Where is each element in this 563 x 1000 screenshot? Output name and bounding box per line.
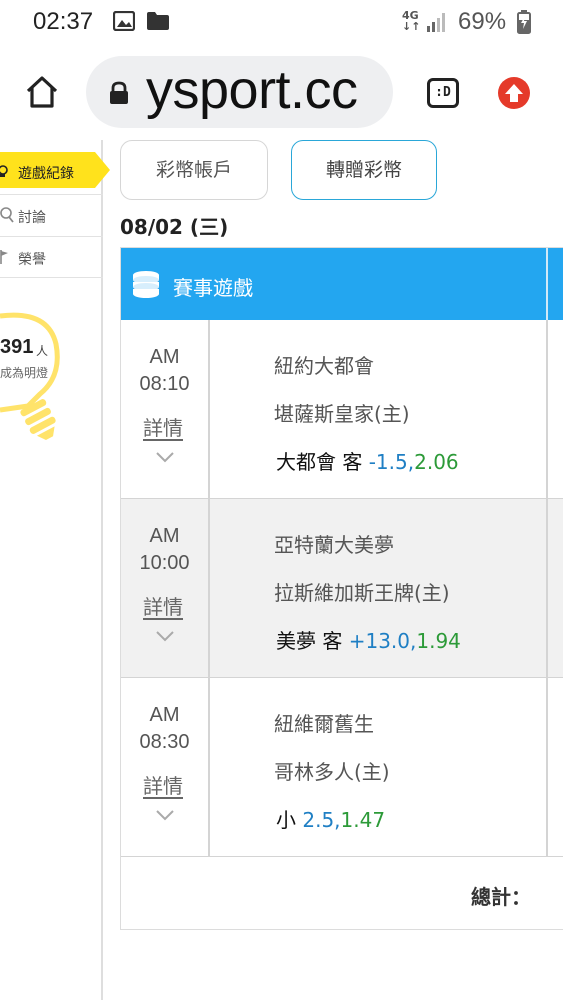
pick-text: 小 [276,808,296,832]
game-row: AM 08:10 詳情 紐約大都會 堪薩斯皇家(主) 大都會 客 -1.5,2.… [121,320,563,499]
battery-percent: 69% [458,8,507,35]
details-link[interactable]: 詳情 [143,591,183,620]
lightbulb-icon [0,164,10,178]
coin-stack-icon [131,270,161,298]
game-row: AM 10:00 詳情 亞特蘭大美夢 拉斯維加斯王牌(主) 美夢 客 +13.0… [121,499,563,678]
game-ampm: AM [149,704,180,726]
status-time: 02:37 [33,8,94,35]
home-team: 哥林多人(主) [274,760,390,784]
chevron-down-icon[interactable] [156,806,174,821]
coin-account-button[interactable]: 彩幣帳戶 [120,140,268,200]
search-icon [0,207,14,227]
column-divider [208,678,210,857]
pick-odds: 2.06 [414,450,459,474]
sidebar-item-label: 討論 [18,210,46,226]
network-label: 4G [402,9,419,22]
game-time: 08:10 [139,373,190,395]
game-row: AM 08:30 詳情 紐維爾舊生 哥林多人(主) 小 2.5,1.47 [121,678,563,857]
chevron-down-icon[interactable] [156,448,174,463]
game-time: 10:00 [139,552,190,574]
column-divider [546,320,548,499]
pick-line: -1.5, [368,450,415,474]
details-link[interactable]: 詳情 [143,412,183,441]
sidebar-item-label: 榮譽 [18,252,46,268]
url-text: ysport.cc [146,60,358,120]
chevron-down-icon[interactable] [156,627,174,642]
bet-pick: 大都會 客 -1.5,2.06 [276,446,459,475]
lamp-count: 391 [0,336,34,358]
details-link[interactable]: 詳情 [143,770,183,799]
date-label: 08/02 (三) [120,215,229,239]
transfer-coins-button[interactable]: 轉贈彩幣 [291,140,437,200]
home-team: 堪薩斯皇家(主) [274,402,410,426]
folder-icon [146,11,170,35]
image-icon [112,10,136,35]
pick-odds: 1.47 [340,808,386,832]
game-ampm: AM [149,346,180,368]
column-divider [208,499,210,678]
flag-icon [0,249,10,269]
pick-odds: 1.94 [416,629,461,653]
lock-icon [108,81,130,105]
signal-icon [426,11,448,37]
network-indicator: 4G ↓↑ [402,9,421,33]
sidebar-item-discussion[interactable]: 討論 [0,194,103,236]
browser-toolbar: ysport.cc :D [0,44,563,140]
header-divider [546,248,548,320]
pick-line: +13.0, [348,629,417,653]
bet-pick: 美夢 客 +13.0,1.94 [276,625,461,654]
away-team: 紐維爾舊生 [274,712,374,736]
lamp-count-caption: 成為明燈 [0,366,49,380]
total-label: 總計： [471,885,531,909]
away-team: 紐約大都會 [274,354,374,378]
game-table: 賽事遊戲 AM 08:10 詳情 紐約大都會 堪薩斯皇家(主) 大都會 客 -1… [120,247,563,930]
pick-text: 美夢 客 [276,629,343,653]
lamp-count-unit: 人 [36,344,49,358]
pick-line: 2.5, [302,808,341,832]
pick-text: 大都會 客 [276,450,363,474]
away-team: 亞特蘭大美夢 [274,533,394,557]
game-ampm: AM [149,525,180,547]
sidebar-item-honor[interactable]: 榮譽 [0,236,103,278]
home-icon[interactable] [24,74,60,110]
status-bar: 02:37 4G ↓↑ 69% [0,0,563,44]
sidebar-item-label: 遊戲紀錄 [18,166,74,182]
total-row: 總計： [121,857,563,931]
column-divider [208,320,210,499]
home-team: 拉斯維加斯王牌(主) [274,581,450,605]
upload-icon[interactable] [498,77,530,109]
bet-pick: 小 2.5,1.47 [276,804,385,833]
address-bar[interactable]: ysport.cc [86,56,393,128]
column-divider [546,678,548,857]
game-time: 08:30 [139,731,190,753]
tab-switcher-button[interactable]: :D [427,78,459,108]
battery-charging-icon [517,10,531,38]
table-title: 賽事遊戲 [173,276,253,300]
table-header: 賽事遊戲 [121,248,563,320]
column-divider [546,499,548,678]
